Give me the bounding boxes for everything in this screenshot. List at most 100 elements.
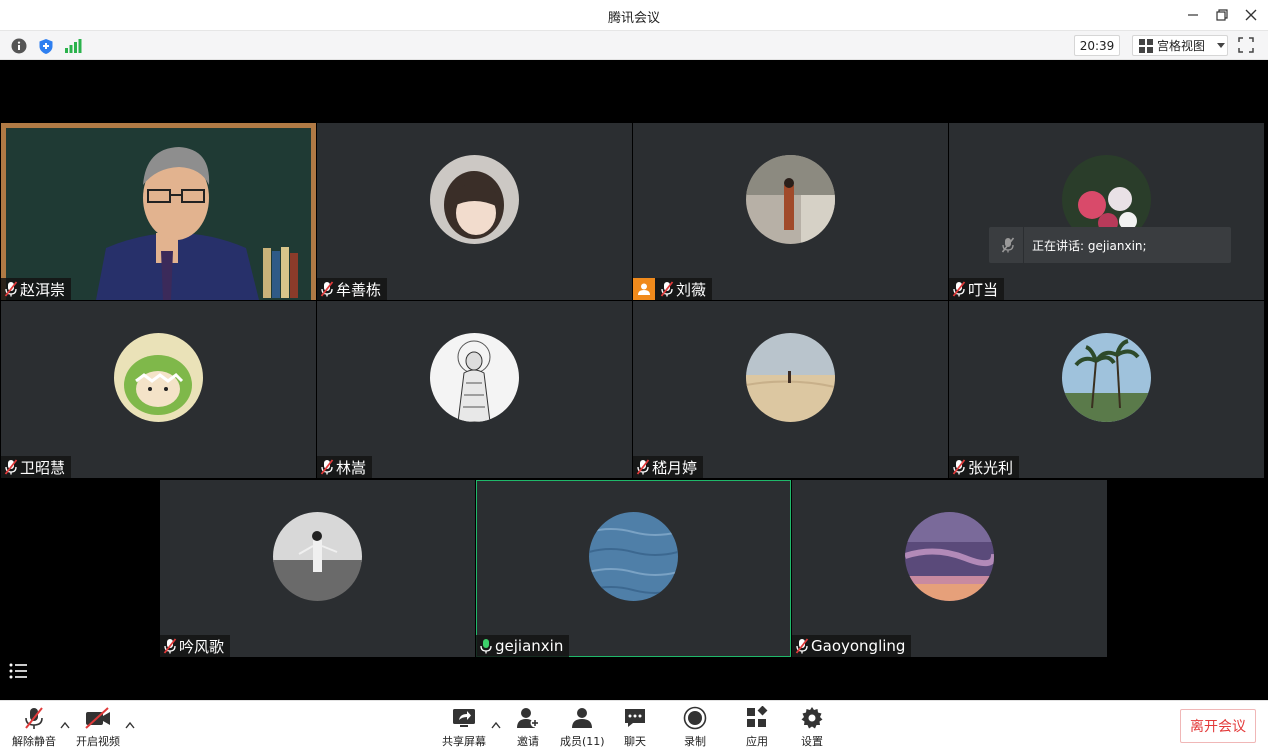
mic-muted-icon <box>795 638 809 654</box>
mic-muted-icon <box>320 281 334 297</box>
participant-nametag: 林嵩 <box>317 456 373 478</box>
participant-nametag: 卫昭慧 <box>1 456 72 478</box>
video-off-icon <box>85 707 110 729</box>
fullscreen-button[interactable] <box>1238 37 1256 55</box>
minimize-button[interactable] <box>1180 4 1206 26</box>
info-bar: 20:39 宫格视图 <box>0 31 1268 60</box>
grid-view-icon <box>1139 38 1153 53</box>
invite-button[interactable]: 邀请 <box>516 706 540 749</box>
chat-label: 聊天 <box>624 735 646 748</box>
avatar-image <box>746 155 835 244</box>
participant-tile[interactable]: 嵇月婷 <box>633 301 948 478</box>
mic-muted-icon <box>163 638 177 654</box>
minimize-icon <box>1188 14 1198 16</box>
host-badge <box>633 278 655 300</box>
close-icon <box>1245 9 1257 21</box>
info-button[interactable] <box>10 37 28 55</box>
record-label: 录制 <box>684 735 706 748</box>
speaking-label: 正在讲话: gejianxin; <box>1032 238 1147 253</box>
members-label: 成员(11) <box>560 735 605 748</box>
participant-tile[interactable]: 赵洱崇 <box>1 123 316 300</box>
settings-label: 设置 <box>801 735 823 748</box>
participant-name: 张光利 <box>968 458 1014 477</box>
mic-muted-icon <box>952 281 966 297</box>
participant-name: 牟善栋 <box>336 280 382 299</box>
security-button[interactable] <box>37 37 55 55</box>
start-video-button[interactable]: 开启视频 <box>76 706 120 749</box>
avatar-image <box>114 333 203 422</box>
apps-icon <box>747 706 768 727</box>
members-button[interactable]: 成员(11) <box>560 706 605 749</box>
window-title: 腾讯会议 <box>607 11 660 26</box>
avatar-image <box>430 333 519 422</box>
divider <box>1023 227 1024 263</box>
settings-button[interactable]: 设置 <box>800 706 824 749</box>
gear-icon <box>801 707 823 729</box>
participant-tile[interactable]: 吟风歌 <box>160 480 475 657</box>
restore-button[interactable] <box>1209 4 1235 26</box>
chevron-up-icon[interactable] <box>125 721 135 729</box>
chat-button[interactable]: 聊天 <box>623 706 647 749</box>
mic-muted-icon <box>320 459 334 475</box>
participant-tile[interactable]: 刘薇 <box>633 123 948 300</box>
info-icon <box>11 38 27 54</box>
participant-tile-active-speaker[interactable]: gejianxin <box>476 480 791 657</box>
participant-nametag: 吟风歌 <box>160 635 231 657</box>
video-feed-image <box>1 123 316 300</box>
participant-nametag: 牟善栋 <box>317 278 388 300</box>
participant-nametag: 嵇月婷 <box>633 456 704 478</box>
leave-meeting-button[interactable]: 离开会议 <box>1180 709 1256 743</box>
mic-muted-icon <box>952 459 966 475</box>
participant-tile[interactable]: 卫昭慧 <box>1 301 316 478</box>
participant-name: 林嵩 <box>336 458 367 477</box>
participant-name: 嵇月婷 <box>652 458 698 477</box>
unmute-label: 解除静音 <box>12 735 56 748</box>
mic-muted-icon <box>636 459 650 475</box>
avatar-image <box>746 333 835 422</box>
participant-nametag: 赵洱崇 <box>1 278 72 300</box>
avatar-image <box>589 512 678 601</box>
restore-icon <box>1216 9 1228 21</box>
participant-nametag: Gaoyongling <box>792 635 912 657</box>
chat-icon <box>625 709 645 727</box>
participant-name: 吟风歌 <box>179 637 225 656</box>
members-icon <box>572 708 593 728</box>
signal-strength-icon <box>65 39 82 53</box>
participant-name: gejianxin <box>495 637 564 655</box>
signal-button[interactable] <box>64 37 82 55</box>
record-icon <box>683 706 707 730</box>
record-button[interactable]: 录制 <box>683 706 707 749</box>
chevron-up-icon[interactable] <box>60 721 70 729</box>
chevron-up-icon[interactable] <box>491 721 501 729</box>
fullscreen-icon <box>1238 37 1254 53</box>
speaking-indicator: 正在讲话: gejianxin; <box>989 227 1231 263</box>
participant-tile[interactable]: 牟善栋 <box>317 123 632 300</box>
unmute-button[interactable]: 解除静音 <box>12 706 56 749</box>
mic-muted-icon <box>660 281 674 297</box>
participant-tile[interactable]: 林嵩 <box>317 301 632 478</box>
share-screen-button[interactable]: 共享屏幕 <box>442 706 486 749</box>
participant-tile[interactable]: Gaoyongling <box>792 480 1107 657</box>
participant-list-toggle[interactable] <box>9 662 33 686</box>
mic-muted-icon <box>1001 237 1015 253</box>
share-screen-label: 共享屏幕 <box>442 735 486 748</box>
mic-active-icon <box>480 639 492 654</box>
start-video-label: 开启视频 <box>76 735 120 748</box>
participant-tile[interactable]: 张光利 <box>949 301 1264 478</box>
apps-button[interactable]: 应用 <box>745 706 769 749</box>
participant-name: 卫昭慧 <box>20 458 66 477</box>
participant-name: Gaoyongling <box>811 637 906 655</box>
add-user-icon <box>517 708 540 728</box>
participant-nametag: 张光利 <box>949 456 1020 478</box>
meeting-clock: 20:39 <box>1074 35 1120 56</box>
chevron-down-icon <box>1217 42 1226 48</box>
close-button[interactable] <box>1238 4 1264 26</box>
list-icon <box>9 663 27 679</box>
avatar-image <box>430 155 519 244</box>
invite-label: 邀请 <box>517 735 539 748</box>
view-mode-label: 宫格视图 <box>1157 39 1206 53</box>
participant-nametag: gejianxin <box>476 635 570 657</box>
participant-tile[interactable]: 叮当 <box>949 123 1264 300</box>
shield-icon <box>39 38 53 54</box>
view-mode-select[interactable]: 宫格视图 <box>1132 35 1228 56</box>
